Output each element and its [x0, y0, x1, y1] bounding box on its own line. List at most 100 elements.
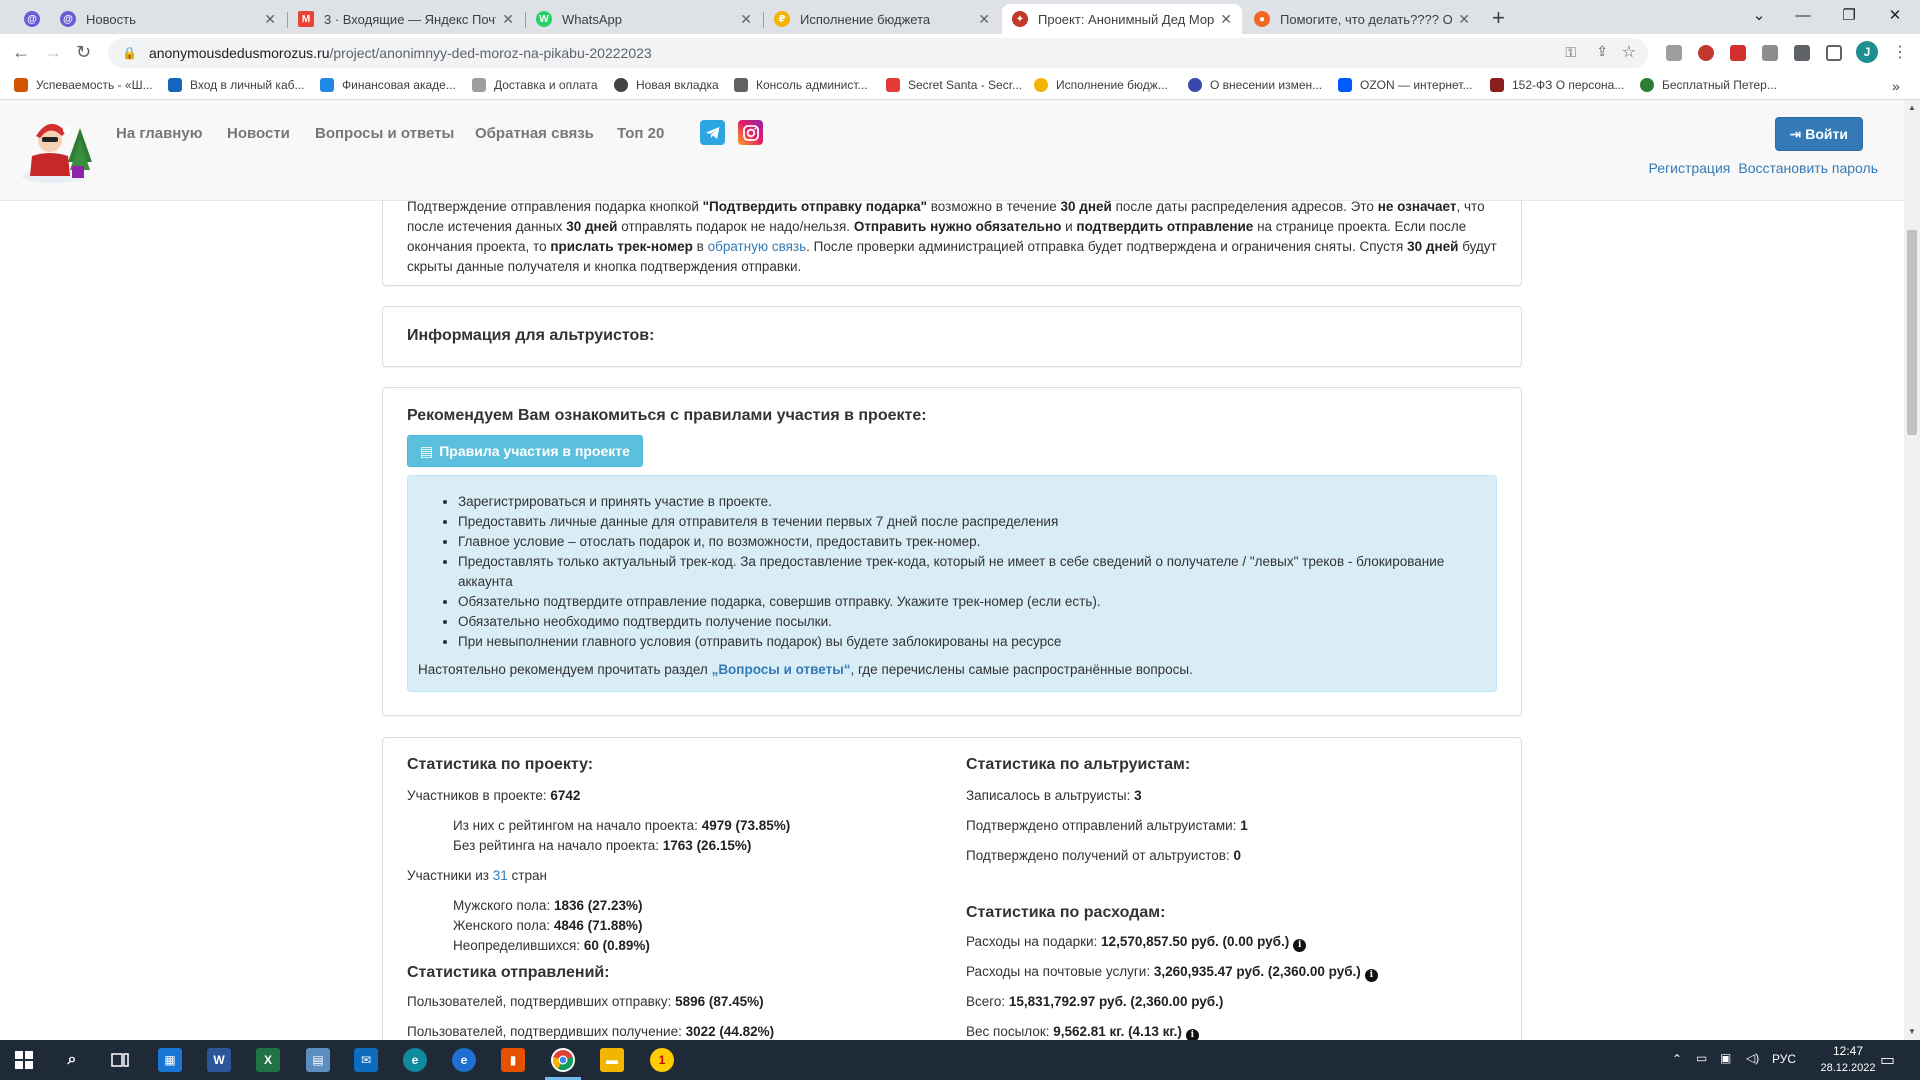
telegram-icon[interactable] — [700, 120, 725, 145]
language-indicator[interactable]: РУС — [1772, 1052, 1796, 1066]
undefined-count: Неопределившихся: 60 (0.89%) — [453, 938, 650, 953]
windows-start-icon[interactable] — [12, 1048, 36, 1072]
game-icon[interactable]: 1 — [650, 1048, 674, 1072]
nav-faq[interactable]: Вопросы и ответы — [315, 125, 454, 142]
word-icon[interactable]: W — [207, 1048, 231, 1072]
info-icon[interactable]: i — [1364, 969, 1378, 982]
edge-icon[interactable]: e — [403, 1048, 427, 1072]
tab-search-icon[interactable]: ⌄ — [1736, 0, 1782, 30]
tab-pikabu[interactable]: ● Помогите, что делать???? Обмен ✕ — [1244, 4, 1480, 34]
tab-news[interactable]: @ Новость ✕ — [50, 4, 286, 34]
login-arrow-icon: ⇥ — [1789, 125, 1802, 142]
male-count: Мужского пола: 1836 (27.23%) — [453, 898, 643, 913]
task-view-icon[interactable] — [108, 1048, 132, 1072]
extension-icon[interactable] — [1666, 45, 1682, 61]
chrome-icon[interactable] — [551, 1048, 575, 1072]
menu-kebab-icon[interactable]: ⋮ — [1892, 42, 1908, 62]
bookmark-item[interactable]: Доставка и оплата — [472, 78, 598, 92]
tab-budget[interactable]: ₽ Исполнение бюджета ✕ — [764, 4, 1000, 34]
puzzle-icon[interactable] — [1794, 45, 1810, 61]
more-bookmarks-icon[interactable]: » — [1892, 78, 1900, 94]
tab-project-active[interactable]: ✦ Проект: Анонимный Дед Мороз ✕ — [1002, 4, 1242, 34]
restore-icon[interactable]: ❐ — [1826, 0, 1872, 30]
faq-link[interactable]: „Вопросы и ответы“ — [712, 662, 851, 677]
tab-yandex-mail[interactable]: M 3 · Входящие — Яндекс Почта ✕ — [288, 4, 524, 34]
close-tab-icon[interactable]: ✕ — [264, 11, 276, 28]
mail-ru-icon: @ — [24, 11, 40, 27]
list-item: Предоставлять только актуальный трек-код… — [458, 552, 1482, 592]
lock-icon[interactable]: 🔒 — [122, 46, 137, 60]
bookmark-item[interactable]: 152-ФЗ О персона... — [1490, 78, 1624, 92]
tray-app-icon[interactable]: ▭ — [1696, 1051, 1707, 1065]
login-button[interactable]: ⇥ Войти — [1774, 117, 1863, 151]
nav-feedback[interactable]: Обратная связь — [475, 125, 594, 142]
bookmark-item[interactable]: OZON — интернет... — [1338, 78, 1472, 92]
clock-time[interactable]: 12:47 — [1820, 1044, 1876, 1058]
internet-explorer-icon[interactable]: e — [452, 1048, 476, 1072]
mail-envelope-icon: M — [298, 11, 314, 27]
forward-icon[interactable]: → — [44, 42, 62, 63]
scroll-up-icon[interactable]: ▲ — [1904, 100, 1920, 116]
bookmark-item[interactable]: Финансовая акаде... — [320, 78, 456, 92]
close-window-icon[interactable]: ✕ — [1872, 0, 1918, 30]
bookmark-item[interactable]: Исполнение бюдж... — [1034, 78, 1168, 92]
pdf-icon[interactable] — [1730, 45, 1746, 61]
nav-home[interactable]: На главную — [116, 125, 203, 142]
share-icon[interactable]: ⇪ — [1596, 43, 1608, 60]
tray-overflow-icon[interactable]: ⌃ — [1672, 1052, 1682, 1066]
file-explorer-icon[interactable]: ▬ — [600, 1048, 624, 1072]
countries-link[interactable]: 31 — [493, 868, 508, 883]
store-icon[interactable]: ▦ — [158, 1048, 182, 1072]
network-icon[interactable]: ▣ — [1720, 1051, 1731, 1065]
check-extension-icon[interactable] — [1762, 45, 1778, 61]
rules-button[interactable]: ▤ Правила участия в проекте — [407, 435, 643, 467]
clock-date[interactable]: 28.12.2022 — [1816, 1062, 1880, 1074]
bookmark-item[interactable]: Вход в личный каб... — [168, 78, 305, 92]
bookmark-item[interactable]: Консоль админист... — [734, 78, 868, 92]
site-logo[interactable] — [16, 110, 98, 186]
bookmark-item[interactable]: Secret Santa - Secr... — [886, 78, 1022, 92]
info-icon[interactable]: i — [1185, 1029, 1199, 1040]
side-panel-icon[interactable] — [1826, 45, 1842, 61]
search-icon[interactable]: ⌕ — [60, 1048, 84, 1072]
bookmarks-bar: Успеваемость - «Ш... Вход в личный каб..… — [0, 72, 1920, 100]
send-stats-heading: Статистика отправлений: — [407, 964, 610, 981]
notifications-icon[interactable]: ▭ — [1880, 1050, 1895, 1070]
close-tab-icon[interactable]: ✕ — [740, 11, 752, 28]
new-tab-icon[interactable]: + — [1492, 5, 1505, 31]
excel-icon[interactable]: X — [256, 1048, 280, 1072]
address-bar[interactable]: 🔒 anonymousdedusmorozus.ru/project/anoni… — [108, 38, 1648, 68]
bookmark-item[interactable]: Успеваемость - «Ш... — [14, 78, 153, 92]
key-icon[interactable]: ⚿ — [1565, 44, 1576, 61]
nav-news[interactable]: Новости — [227, 125, 290, 142]
app-icon[interactable]: ▤ — [306, 1048, 330, 1072]
info-icon[interactable]: i — [1293, 939, 1307, 952]
close-tab-icon[interactable]: ✕ — [502, 11, 514, 28]
minimize-icon[interactable]: — — [1780, 0, 1826, 30]
scroll-down-icon[interactable]: ▼ — [1904, 1024, 1920, 1040]
profile-avatar[interactable]: J — [1856, 41, 1878, 63]
santa-extension-icon[interactable] — [1698, 45, 1714, 61]
page-scrollbar[interactable]: ▲ ▼ — [1904, 100, 1920, 1040]
back-icon[interactable]: ← — [12, 42, 30, 63]
list-item: Зарегистрироваться и принять участие в п… — [458, 492, 1482, 512]
close-tab-icon[interactable]: ✕ — [1220, 11, 1232, 28]
tab-pinned[interactable]: @ — [14, 4, 50, 34]
mail-icon[interactable]: ✉ — [354, 1048, 378, 1072]
instagram-icon[interactable] — [738, 120, 763, 145]
reload-icon[interactable]: ↻ — [76, 42, 91, 63]
nav-top20[interactable]: Топ 20 — [617, 125, 664, 142]
register-link[interactable]: Регистрация — [1649, 160, 1731, 176]
feedback-link[interactable]: обратную связь — [708, 239, 807, 254]
bookmark-item[interactable]: Новая вкладка — [614, 78, 719, 92]
bookmark-item[interactable]: О внесении измен... — [1188, 78, 1322, 92]
close-tab-icon[interactable]: ✕ — [978, 11, 990, 28]
bookmark-item[interactable]: Бесплатный Петер... — [1640, 78, 1777, 92]
tab-whatsapp[interactable]: W WhatsApp ✕ — [526, 4, 762, 34]
scrollbar-thumb[interactable] — [1907, 230, 1917, 435]
close-tab-icon[interactable]: ✕ — [1458, 11, 1470, 28]
reader-icon[interactable]: ▮ — [501, 1048, 525, 1072]
restore-password-link[interactable]: Восстановить пароль — [1738, 160, 1878, 176]
volume-icon[interactable]: ◁) — [1746, 1051, 1759, 1065]
bookmark-star-icon[interactable]: ☆ — [1622, 42, 1636, 62]
